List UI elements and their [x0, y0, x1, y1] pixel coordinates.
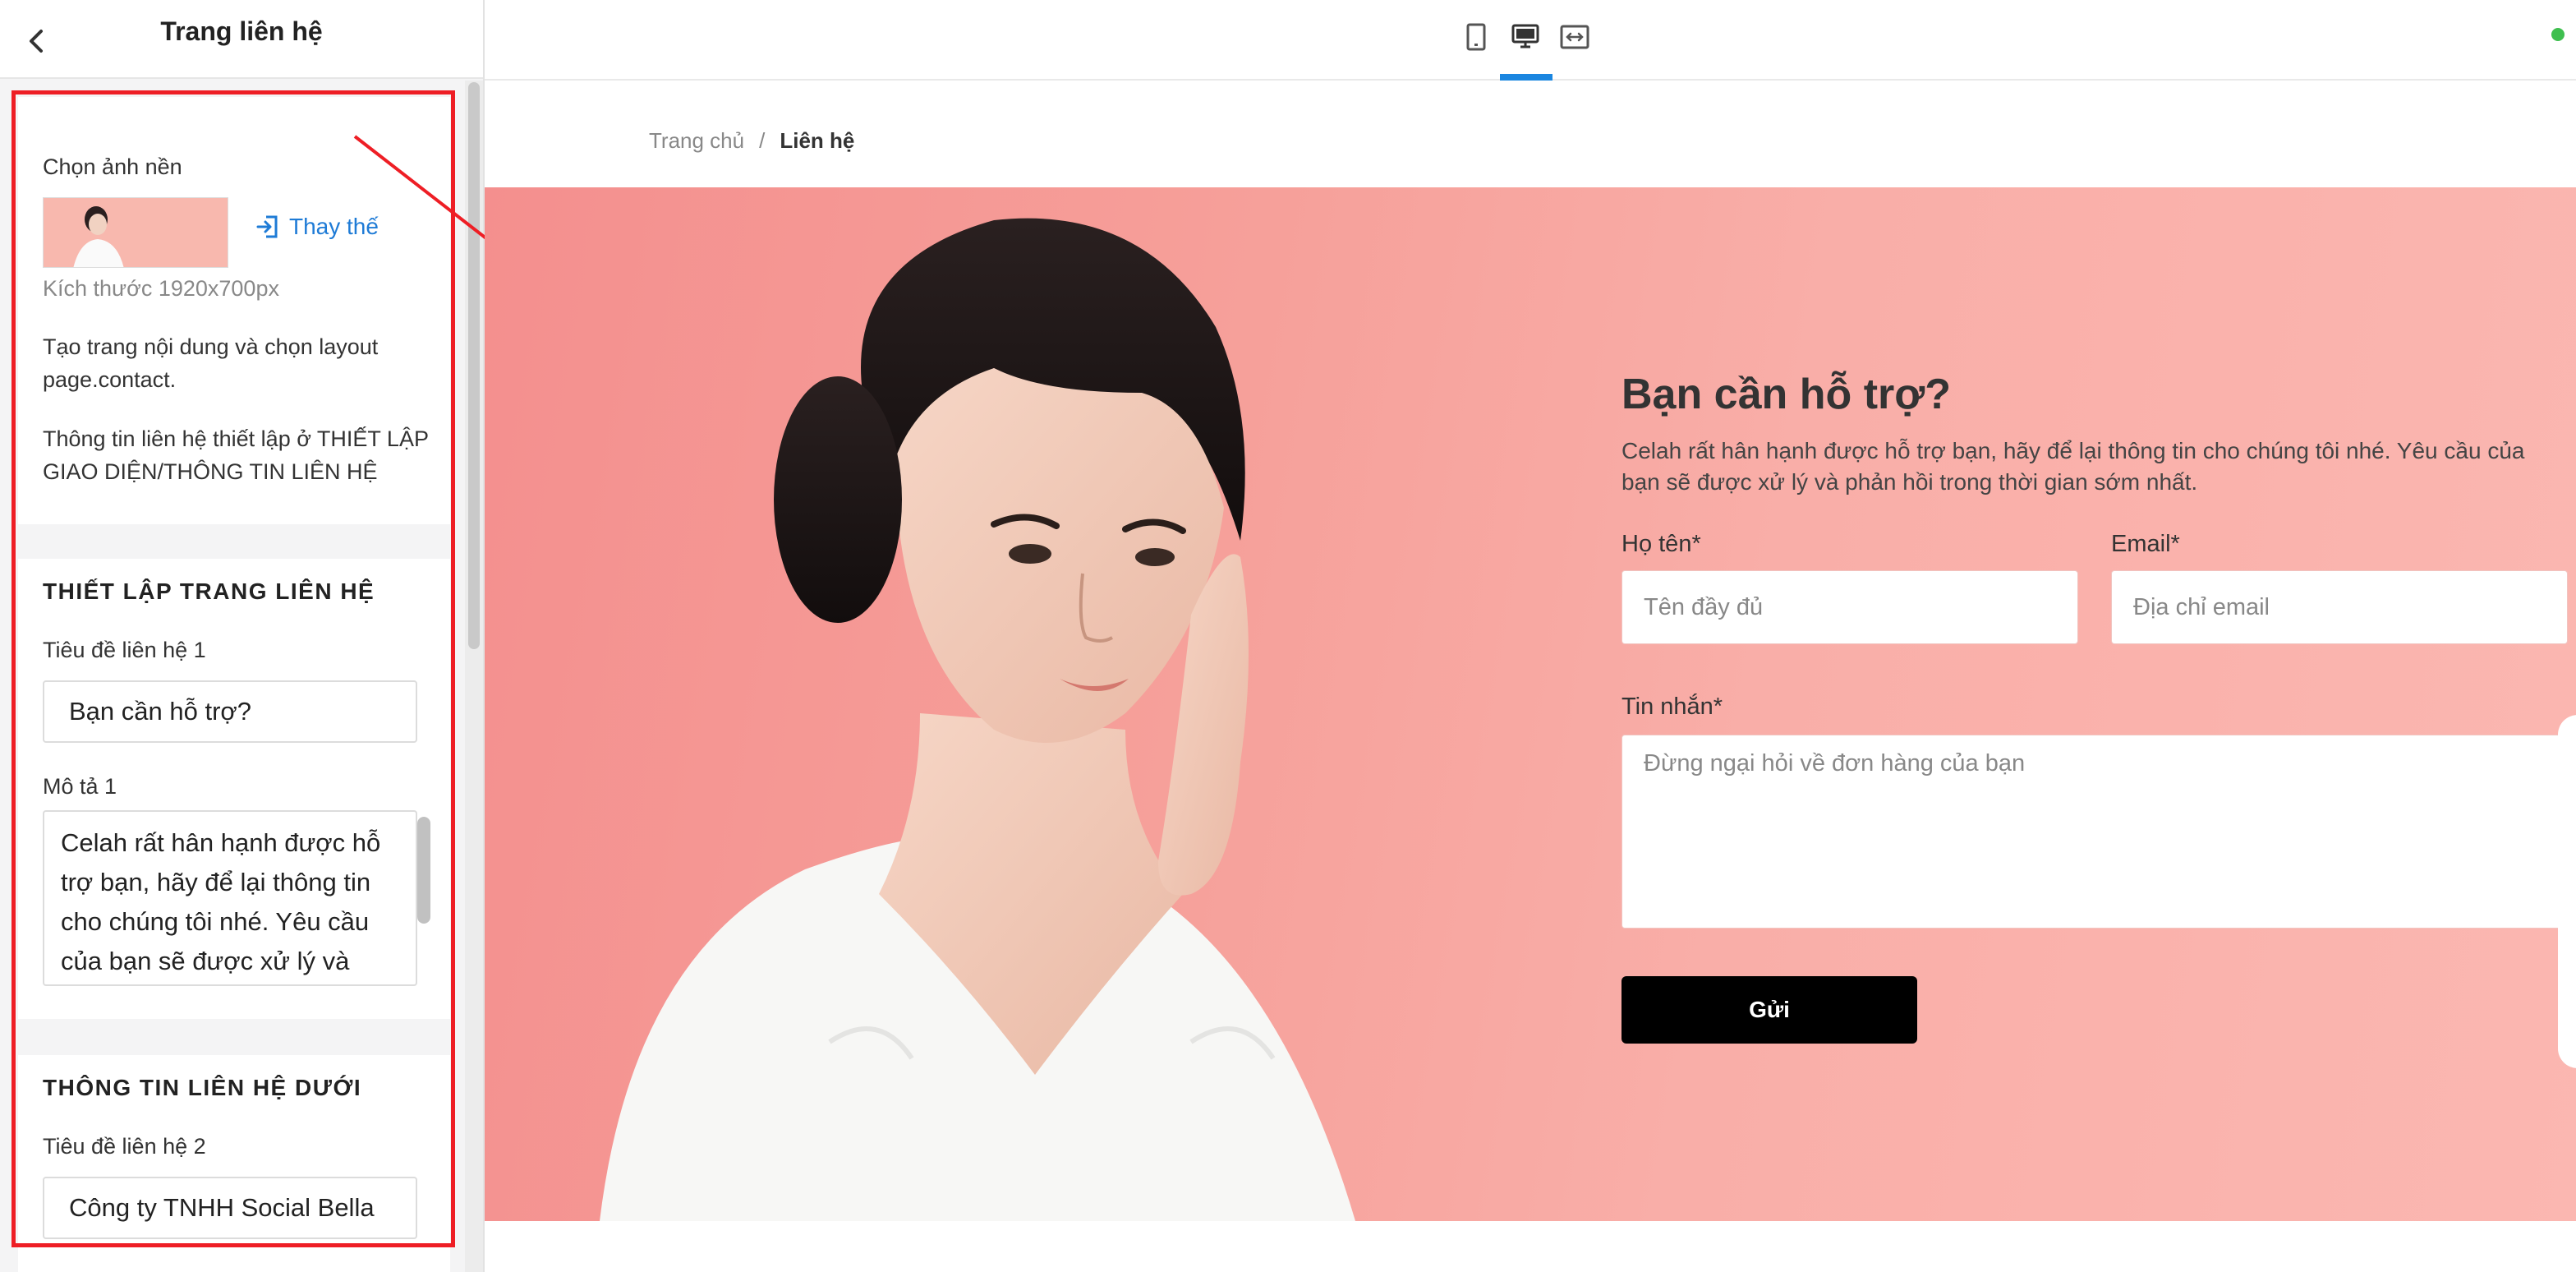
background-image-card: Chọn ảnh nền Thay thế Kích thước 1920x70…: [18, 97, 450, 524]
breadcrumb: Trang chủ / Liên hệ: [649, 128, 854, 154]
title1-input[interactable]: [43, 680, 417, 743]
device-toolbar: [485, 0, 2576, 81]
name-input[interactable]: [1622, 570, 2078, 644]
name-label: Họ tên*: [1622, 531, 1701, 557]
replace-label: Thay thế: [289, 214, 379, 239]
sidebar-scrollbar-thumb[interactable]: [468, 82, 480, 649]
bottom-contact-card: THÔNG TIN LIÊN HỆ DƯỚI Tiêu đề liên hệ 2: [18, 1055, 450, 1272]
bottom-contact-heading: THÔNG TIN LIÊN HỆ DƯỚI: [43, 1075, 362, 1100]
desc1-label: Mô tả 1: [43, 774, 117, 799]
message-textarea[interactable]: [1622, 735, 2566, 929]
mobile-view-button[interactable]: [1454, 15, 1498, 59]
layout-note: Tạo trang nội dung và chọn layout page.c…: [43, 334, 379, 392]
background-thumbnail[interactable]: [43, 197, 228, 268]
breadcrumb-separator: /: [759, 128, 766, 153]
desktop-icon: [1511, 24, 1539, 48]
fullwidth-view-button[interactable]: [1552, 15, 1597, 59]
portrait-thumbnail-image: [44, 198, 228, 267]
woman-portrait-image: [600, 218, 1355, 1221]
active-device-indicator: [1500, 74, 1552, 81]
fullwidth-icon: [1560, 25, 1589, 49]
sidebar-scroll-area[interactable]: Chọn ảnh nền Thay thế Kích thước 1920x70…: [0, 81, 483, 1272]
contact-info-note: Thông tin liên hệ thiết lập ở THIẾT LẬP …: [43, 426, 429, 484]
email-input[interactable]: [2111, 570, 2568, 644]
form-description: Celah rất hân hạnh được hỗ trợ bạn, hãy …: [1622, 438, 2525, 495]
contact-hero: Bạn cần hỗ trợ? Celah rất hân hạnh được …: [485, 187, 2576, 1221]
mobile-icon: [1466, 23, 1486, 51]
contact-page-heading: THIẾT LẬP TRANG LIÊN HỆ: [43, 578, 375, 604]
contact-page-settings-card: THIẾT LẬP TRANG LIÊN HỆ Tiêu đề liên hệ …: [18, 559, 450, 1019]
breadcrumb-current: Liên hệ: [780, 128, 855, 153]
form-title: Bạn cần hỗ trợ?: [1622, 371, 1951, 418]
title1-label: Tiêu đề liên hệ 1: [43, 638, 206, 662]
settings-sidebar: Trang liên hệ Chọn ảnh nền Thay thế Kích…: [0, 0, 485, 1272]
email-label: Email*: [2111, 531, 2180, 557]
replace-icon: [256, 215, 278, 238]
status-dot: [2551, 28, 2564, 41]
desc1-textarea[interactable]: Celah rất hân hạnh được hỗ trợ bạn, hãy …: [43, 810, 417, 986]
title2-input[interactable]: [43, 1177, 417, 1239]
submit-button[interactable]: Gửi: [1622, 976, 1917, 1044]
desc1-scrollbar[interactable]: [417, 817, 430, 924]
app-root: Trang liên hệ Chọn ảnh nền Thay thế Kích…: [0, 0, 2576, 1272]
preview-pane: Trang chủ / Liên hệ Bạn cần hỗ trợ? Cela…: [485, 0, 2576, 1272]
desktop-view-button[interactable]: [1503, 15, 1548, 59]
title2-label: Tiêu đề liên hệ 2: [43, 1134, 206, 1159]
background-image-label: Chọn ảnh nền: [43, 154, 182, 179]
message-label: Tin nhắn*: [1622, 694, 1723, 720]
sidebar-scrollbar-track[interactable]: [465, 81, 483, 1272]
image-size-note: Kích thước 1920x700px: [43, 276, 279, 301]
sidebar-title: Trang liên hệ: [160, 16, 323, 46]
sidebar-header: Trang liên hệ: [0, 0, 483, 79]
replace-image-button[interactable]: Thay thế: [255, 214, 379, 240]
breadcrumb-home[interactable]: Trang chủ: [649, 128, 744, 154]
side-panel-tab[interactable]: [2558, 715, 2576, 1068]
